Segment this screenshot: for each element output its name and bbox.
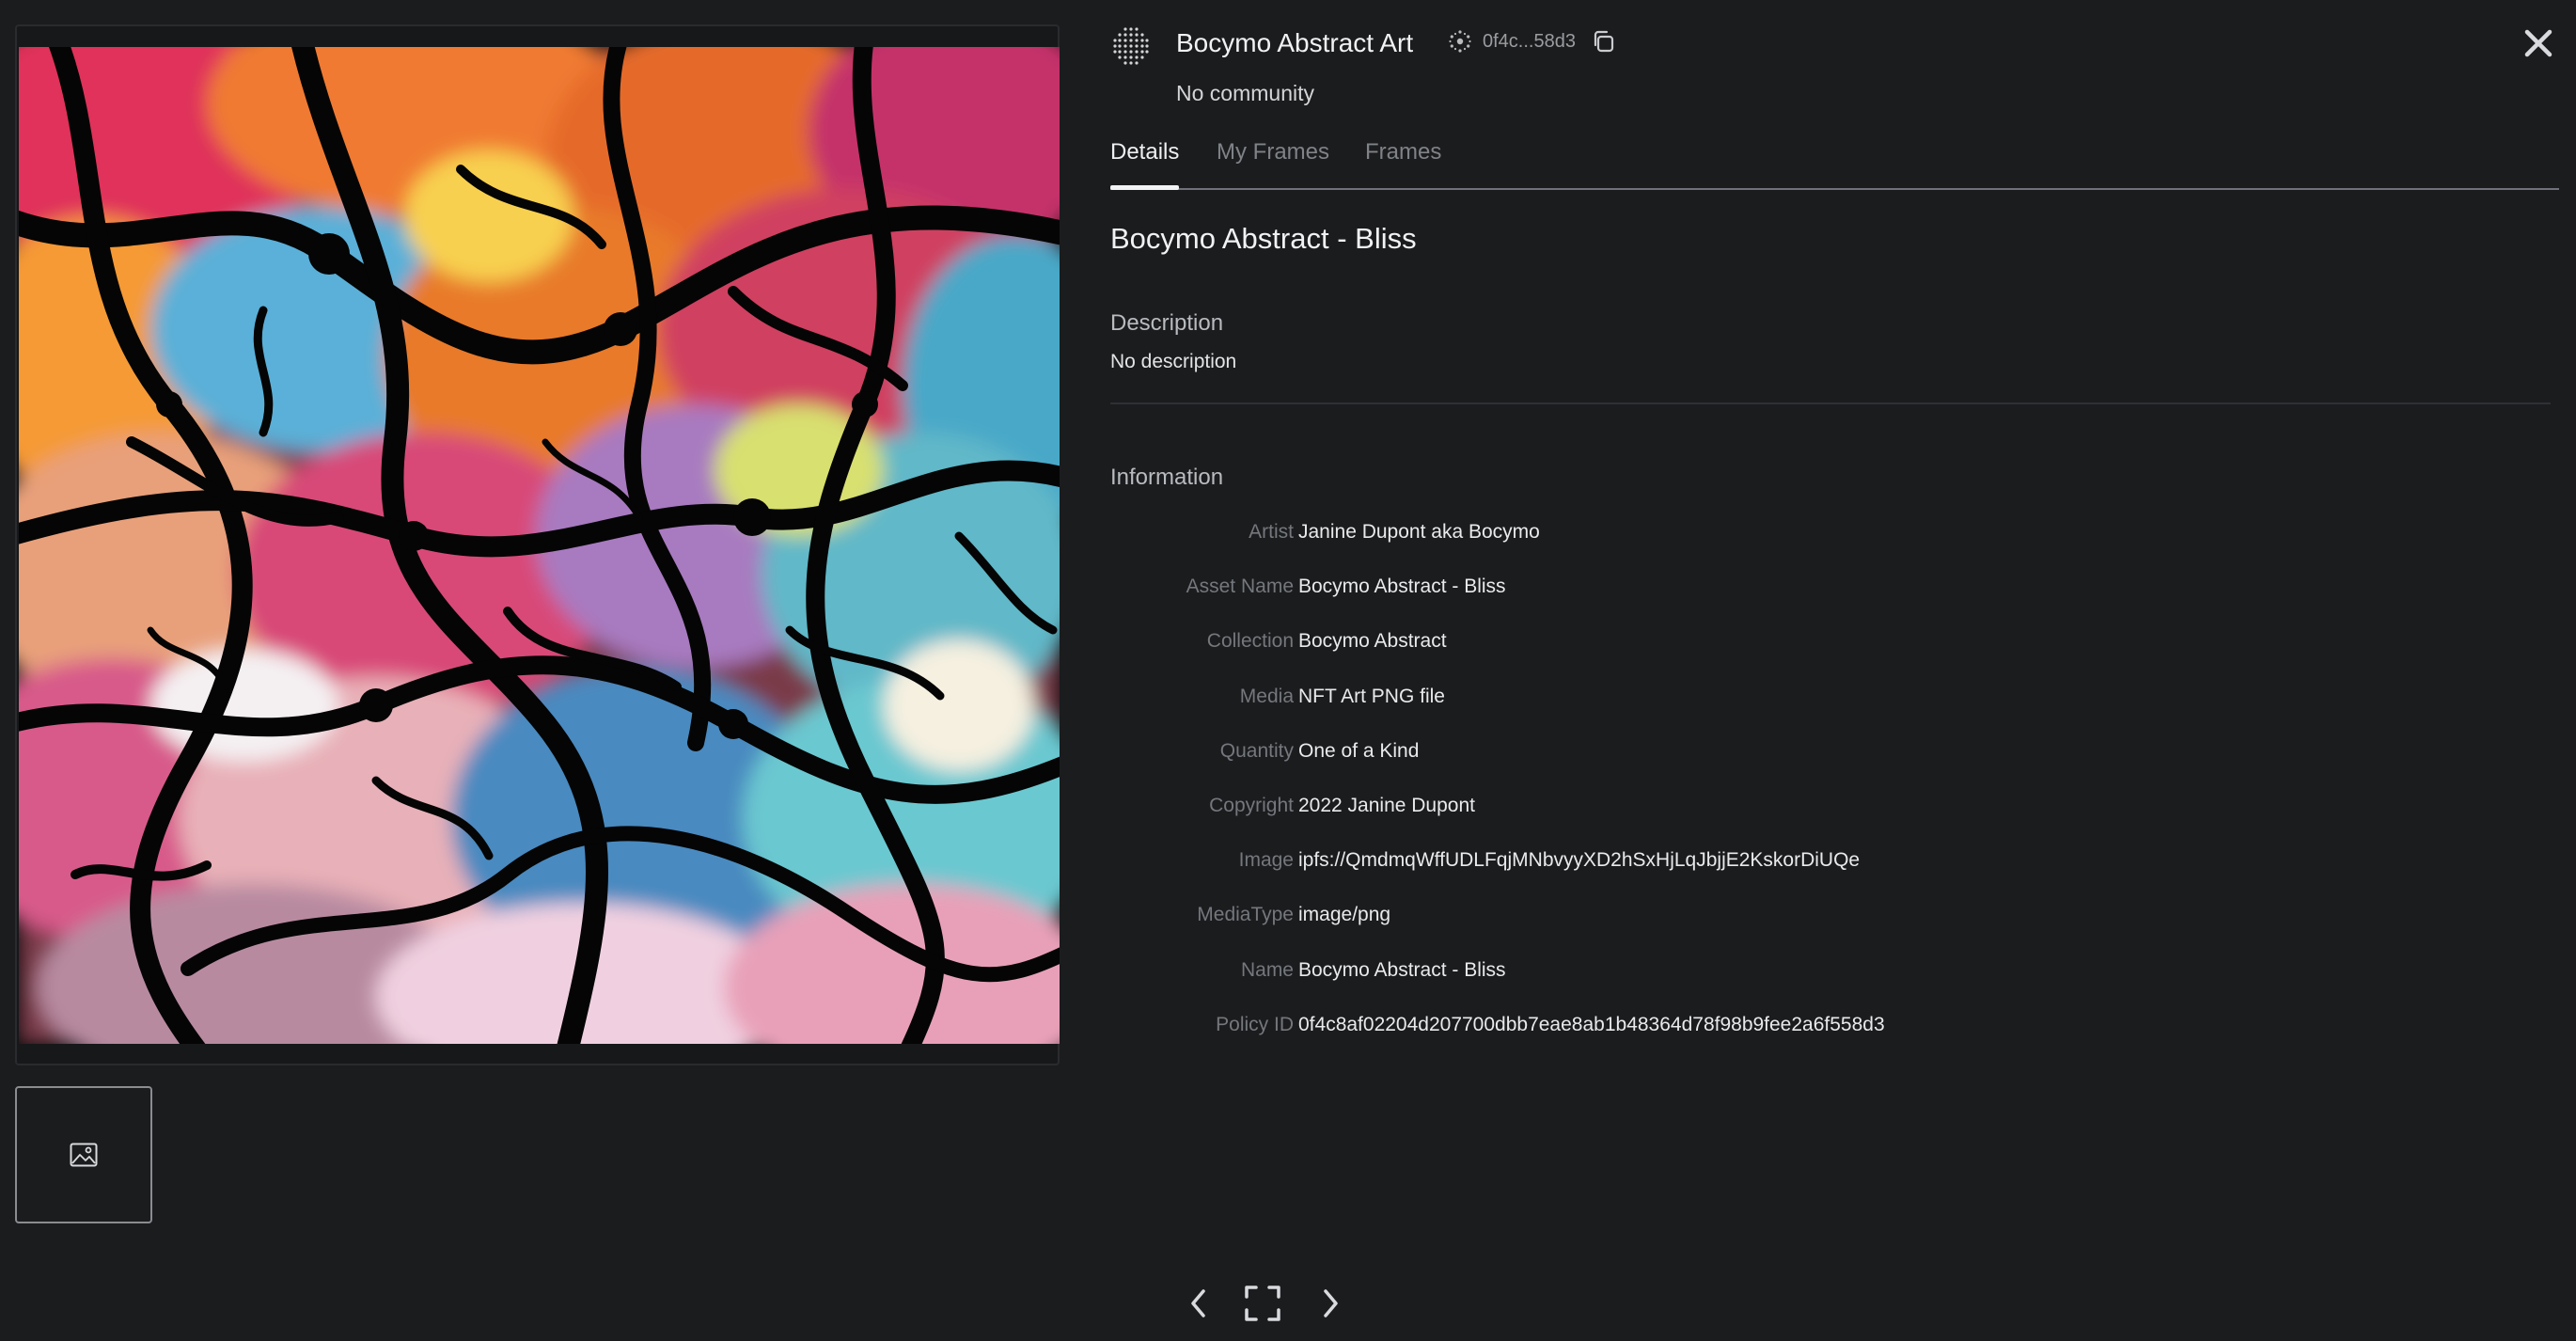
info-key: Collection [1206, 630, 1294, 653]
info-row-collection: Collection Bocymo Abstract [1110, 630, 2558, 685]
info-row-copyright: Copyright 2022 Janine Dupont [1110, 795, 2558, 849]
info-value: 0f4c8af02204d207700dbb7eae8ab1b48364d78f… [1298, 1013, 1885, 1035]
image-icon [70, 1143, 98, 1167]
copy-policy-button[interactable] [1591, 29, 1615, 54]
tab-details[interactable]: Details [1110, 139, 1180, 190]
policy-id-short: 0f4c...58d3 [1483, 30, 1576, 52]
abstract-painting [19, 47, 1060, 1044]
info-key: MediaType [1197, 904, 1294, 926]
info-key: Quantity [1219, 739, 1294, 762]
previous-button[interactable] [1180, 1283, 1217, 1324]
info-row-policy-id: Policy ID 0f4c8af02204d207700dbb7eae8ab1… [1110, 1014, 2558, 1068]
info-value: One of a Kind [1298, 739, 1420, 762]
info-value: image/png [1298, 904, 1391, 926]
info-key: Copyright [1209, 794, 1294, 816]
next-button[interactable] [1312, 1283, 1349, 1324]
info-value: Bocymo Abstract [1298, 630, 1447, 653]
viewer-controls [1180, 1283, 1349, 1324]
information-list: Artist Janine Dupont aka Bocymo Asset Na… [1110, 521, 2558, 1068]
close-button[interactable] [2520, 24, 2557, 62]
info-key: Name [1240, 958, 1294, 981]
cardano-icon [1449, 30, 1471, 53]
artwork-frame [15, 24, 1060, 1065]
info-value: Bocymo Abstract - Bliss [1298, 958, 1506, 981]
policy-id-chip: 0f4c...58d3 [1447, 28, 1615, 55]
info-value: NFT Art PNG file [1298, 685, 1445, 707]
info-value: Janine Dupont aka Bocymo [1298, 521, 1540, 543]
info-key: Policy ID [1216, 1013, 1294, 1035]
fullscreen-icon [1245, 1286, 1280, 1321]
community-label: No community [1176, 81, 1314, 105]
info-value: 2022 Janine Dupont [1298, 794, 1475, 816]
close-icon [2524, 29, 2552, 57]
divider [1110, 402, 2551, 404]
chevron-left-icon [1191, 1289, 1205, 1317]
info-row-image: Image ipfs://QmdmqWffUDLFqjMNbvyyXD2hSxH… [1110, 849, 2558, 904]
asset-title: Bocymo Abstract - Bliss [1110, 222, 1417, 255]
copy-icon [1594, 30, 1614, 53]
info-key: Media [1239, 685, 1294, 707]
tab-frames[interactable]: Frames [1365, 139, 1441, 186]
chevron-right-icon [1324, 1289, 1338, 1317]
info-value: ipfs://QmdmqWffUDLFqjMNbvyyXD2hSxHjLqJbj… [1298, 849, 1861, 872]
info-value: Bocymo Abstract - Bliss [1298, 576, 1506, 598]
info-row-quantity: Quantity One of a Kind [1110, 740, 2558, 795]
fullscreen-button[interactable] [1242, 1283, 1283, 1324]
info-key: Asset Name [1186, 576, 1294, 598]
tab-bar: Details My Frames Frames [1110, 137, 2559, 190]
info-key: Image [1238, 849, 1294, 872]
thumbnail-button[interactable] [15, 1086, 152, 1223]
information-heading: Information [1110, 465, 1224, 490]
dot-grid-logo [1113, 27, 1149, 65]
info-row-name: Name Bocymo Abstract - Bliss [1110, 959, 2558, 1014]
info-row-asset-name: Asset Name Bocymo Abstract - Bliss [1110, 576, 2558, 630]
description-text: No description [1110, 351, 1237, 372]
nft-detail-view: Bocymo Abstract Art 0f4c...58d3 No commu… [0, 0, 2576, 1341]
collection-title[interactable]: Bocymo Abstract Art [1176, 28, 1413, 58]
tab-my-frames[interactable]: My Frames [1217, 139, 1329, 186]
artwork-image[interactable] [19, 47, 1060, 1044]
info-key: Artist [1249, 521, 1294, 543]
description-heading: Description [1110, 310, 1224, 336]
info-row-media: Media NFT Art PNG file [1110, 686, 2558, 740]
info-row-artist: Artist Janine Dupont aka Bocymo [1110, 521, 2558, 576]
info-row-mediatype: MediaType image/png [1110, 904, 2558, 958]
